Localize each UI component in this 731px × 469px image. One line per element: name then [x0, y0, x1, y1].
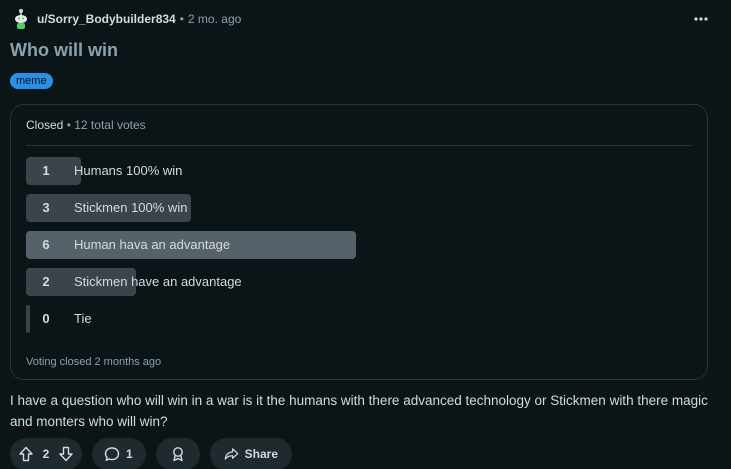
post-flair[interactable]: meme — [10, 73, 53, 89]
header-separator: • — [179, 12, 184, 26]
share-button[interactable]: Share — [210, 438, 292, 469]
poll-divider — [26, 145, 692, 146]
poll-option: 3 Stickmen 100% win — [26, 194, 686, 222]
post-timestamp: 2 mo. ago — [187, 12, 242, 26]
share-arrow-icon — [224, 448, 239, 460]
poll-option-label: Tie — [74, 311, 92, 326]
award-button[interactable] — [156, 438, 200, 469]
post-card: u/Sorry_Bodybuilder834 • 2 mo. ago Who w… — [0, 0, 731, 469]
poll-option: 6 Human hava an advantage — [26, 231, 686, 259]
snoo-avatar-icon — [15, 9, 27, 29]
poll-option-count: 1 — [42, 163, 50, 178]
more-horizontal-icon — [694, 17, 708, 21]
poll-card: Closed • 12 total votes 1 Humans 100% wi… — [10, 104, 708, 380]
poll-option-count: 0 — [42, 311, 50, 326]
downvote-button[interactable] — [58, 446, 74, 462]
comment-bubble-icon — [104, 447, 120, 461]
more-options-button[interactable] — [689, 10, 713, 28]
poll-status: Closed — [26, 118, 64, 132]
poll-option: 0 Tie — [26, 305, 686, 333]
poll-total-votes: 12 total votes — [74, 118, 146, 132]
poll-option-label: Stickmen have an advantage — [74, 274, 242, 289]
comments-button[interactable]: 1 — [92, 438, 146, 469]
poll-option: 1 Humans 100% win — [26, 157, 686, 185]
avatar[interactable] — [10, 8, 32, 30]
poll-option-label: Humans 100% win — [74, 163, 183, 178]
upvote-arrow-icon — [19, 446, 33, 462]
poll-option-label: Human hava an advantage — [74, 237, 231, 252]
comment-count: 1 — [126, 447, 133, 461]
vote-control: 2 — [10, 438, 82, 469]
post-title[interactable]: Who will win — [10, 40, 118, 61]
vote-count: 2 — [42, 447, 50, 461]
downvote-arrow-icon — [59, 446, 73, 462]
poll-option: 2 Stickmen have an advantage — [26, 268, 686, 296]
action-bar: 2 1 Share — [10, 438, 292, 469]
share-label: Share — [244, 447, 278, 461]
poll-header: Closed • 12 total votes — [26, 118, 146, 132]
poll-option-count: 3 — [42, 200, 50, 215]
award-icon — [173, 447, 183, 462]
author-username[interactable]: u/Sorry_Bodybuilder834 — [37, 12, 176, 26]
poll-option-count: 6 — [42, 237, 50, 252]
upvote-button[interactable] — [18, 446, 34, 462]
poll-footer: Voting closed 2 months ago — [26, 356, 162, 368]
post-header: u/Sorry_Bodybuilder834 • 2 mo. ago — [10, 8, 241, 30]
post-body: I have a question who will win in a war … — [10, 393, 708, 429]
poll-separator: • — [66, 118, 71, 132]
poll-option-label: Stickmen 100% win — [74, 200, 188, 215]
poll-option-count: 2 — [42, 274, 50, 289]
